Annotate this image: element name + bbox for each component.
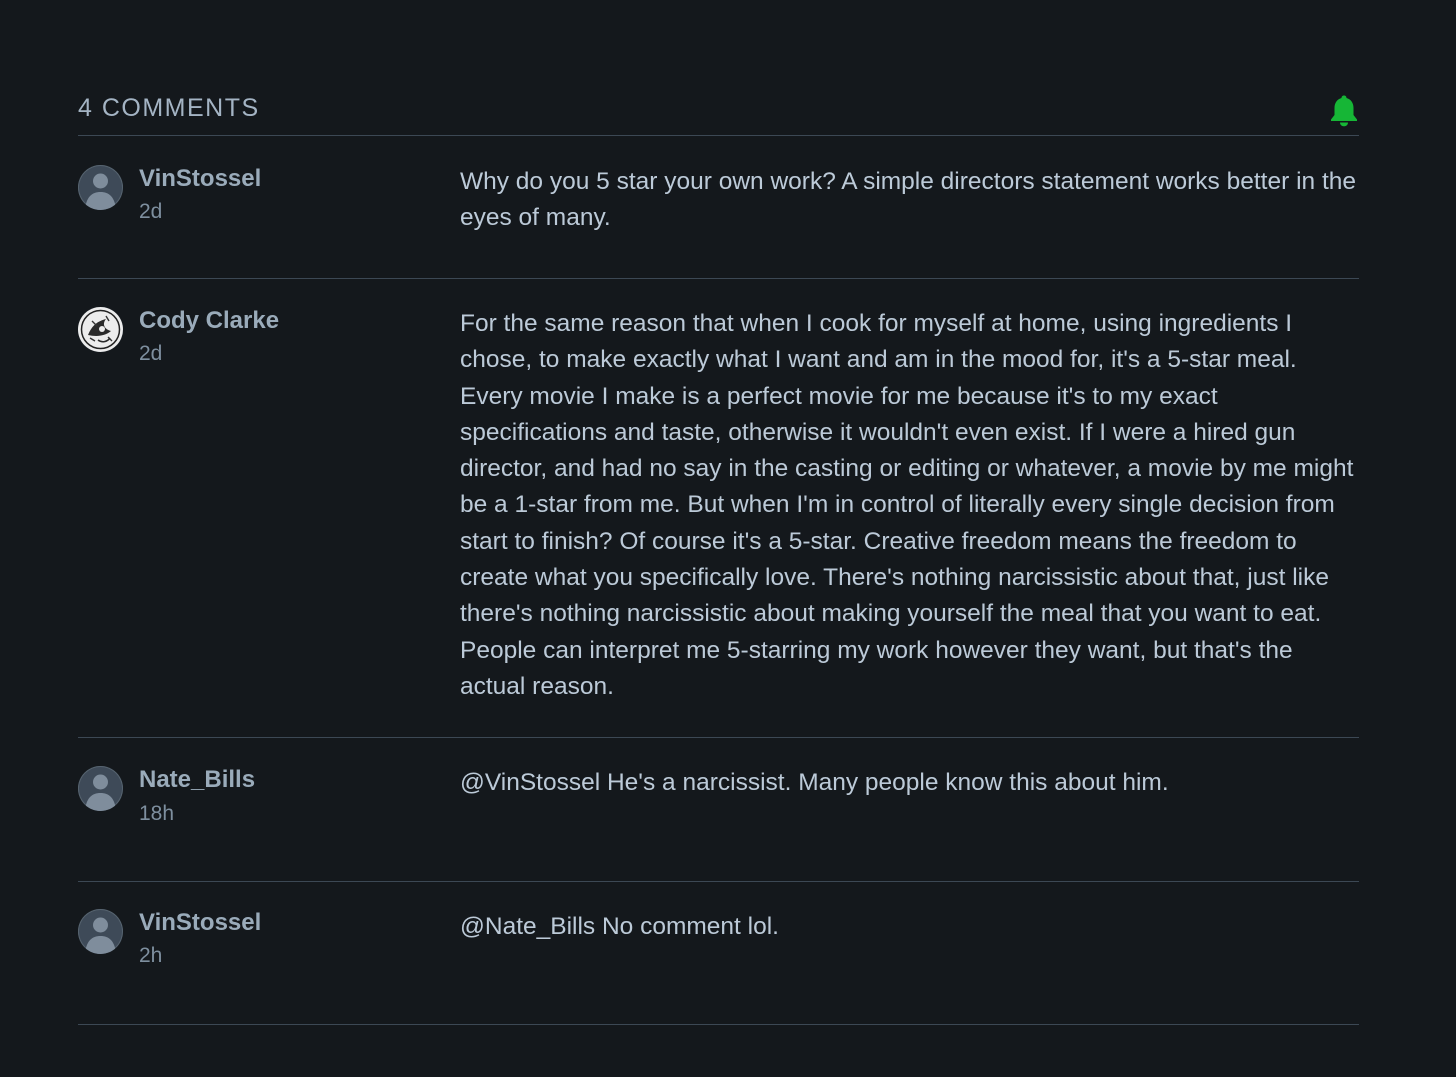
comment-item: VinStossel 2d Why do you 5 star your own… (78, 136, 1359, 279)
comment-text: @VinStossel He's a narcissist. Many peop… (460, 765, 1360, 801)
comments-count-title: 4 COMMENTS (78, 94, 260, 122)
bell-icon[interactable] (1329, 93, 1359, 127)
comment-text: Why do you 5 star your own work? A simpl… (460, 164, 1360, 237)
default-avatar-icon[interactable] (78, 165, 123, 210)
comments-section: 4 COMMENTS VinStossel 2d Why do you 5 st… (78, 0, 1359, 1025)
comments-header: 4 COMMENTS (78, 0, 1359, 136)
comment-item: Cody Clarke 2d For the same reason that … (78, 279, 1359, 738)
comment-timestamp: 18h (139, 802, 175, 825)
comment-text: For the same reason that when I cook for… (460, 306, 1360, 705)
custom-illustration-avatar[interactable] (78, 307, 123, 352)
comment-text-content: For the same reason that when I cook for… (460, 310, 1354, 700)
comment-text-content: @Nate_Bills No comment lol. (460, 913, 779, 940)
default-avatar-icon[interactable] (78, 766, 123, 811)
comment-text-content: Why do you 5 star your own work? A simpl… (460, 168, 1356, 232)
comment-username[interactable]: VinStossel (139, 909, 261, 937)
comment-text: @Nate_Bills No comment lol. (460, 909, 1360, 945)
comment-timestamp: 2h (139, 944, 163, 967)
comment-timestamp: 2d (139, 342, 163, 365)
default-avatar-icon[interactable] (78, 909, 123, 954)
comment-username[interactable]: Cody Clarke (139, 307, 279, 335)
comment-timestamp: 2d (139, 200, 163, 223)
comment-text-content: @VinStossel He's a narcissist. Many peop… (460, 769, 1169, 796)
comment-username[interactable]: Nate_Bills (139, 766, 255, 794)
comment-item: Nate_Bills 18h @VinStossel He's a narcis… (78, 738, 1359, 882)
comment-item: VinStossel 2h @Nate_Bills No comment lol… (78, 882, 1359, 1025)
comment-username[interactable]: VinStossel (139, 165, 261, 193)
